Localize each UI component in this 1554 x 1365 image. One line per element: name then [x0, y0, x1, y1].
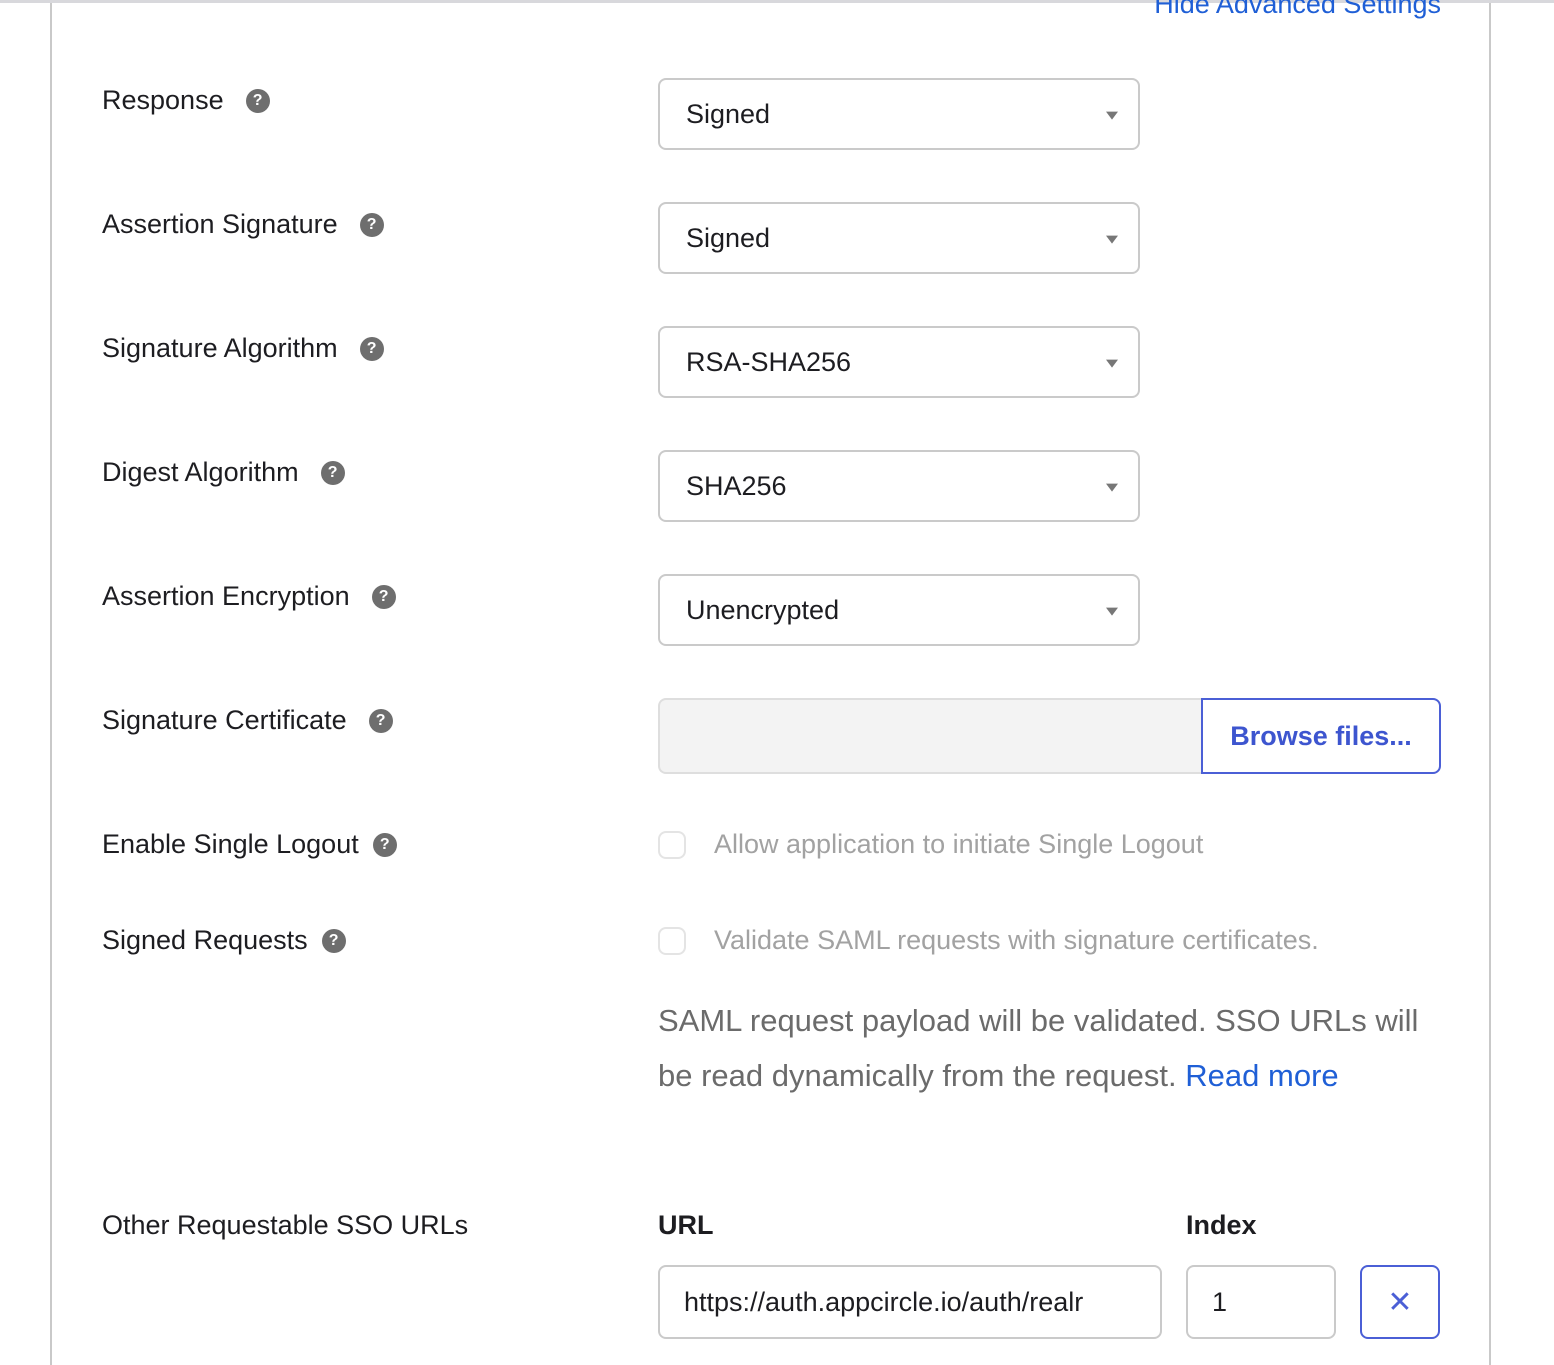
chevron-down-icon	[1106, 235, 1118, 244]
other-sso-urls-label-text: Other Requestable SSO URLs	[102, 1210, 469, 1240]
response-select[interactable]: Signed	[658, 78, 1140, 150]
signature-algorithm-label-text: Signature Algorithm	[102, 333, 338, 363]
sso-index-input[interactable]: 1	[1186, 1265, 1336, 1339]
assertion-encryption-select-value: Unencrypted	[686, 594, 840, 625]
signed-requests-checkbox-row: Validate SAML requests with signature ce…	[658, 925, 1319, 956]
digest-algorithm-select-value: SHA256	[686, 470, 787, 501]
enable-single-logout-label-text: Enable Single Logout	[102, 829, 359, 859]
index-column-header: Index	[1186, 1210, 1257, 1240]
enable-single-logout-label: Enable Single Logout ?	[102, 829, 397, 860]
single-logout-checkbox-row: Allow application to initiate Single Log…	[658, 829, 1203, 860]
assertion-encryption-label-text: Assertion Encryption	[102, 581, 350, 611]
sso-url-input[interactable]: https://auth.appcircle.io/auth/realr	[658, 1265, 1162, 1339]
digest-algorithm-select[interactable]: SHA256	[658, 450, 1140, 522]
help-icon[interactable]: ?	[320, 460, 345, 485]
digest-algorithm-label: Digest Algorithm ?	[102, 457, 345, 488]
signature-certificate-label-text: Signature Certificate	[102, 705, 347, 735]
help-icon[interactable]: ?	[371, 584, 396, 609]
hide-advanced-settings-link[interactable]: Hide Advanced Settings	[1154, 0, 1441, 20]
digest-algorithm-label-text: Digest Algorithm	[102, 457, 299, 487]
response-label-text: Response	[102, 85, 224, 115]
chevron-down-icon	[1106, 359, 1118, 368]
chevron-down-icon	[1106, 607, 1118, 616]
remove-url-button[interactable]: ✕	[1360, 1265, 1440, 1339]
assertion-signature-label-text: Assertion Signature	[102, 209, 338, 239]
help-icon[interactable]: ?	[372, 832, 397, 857]
url-column-header: URL	[658, 1210, 714, 1240]
response-label: Response ?	[102, 85, 270, 116]
help-icon[interactable]: ?	[359, 212, 384, 237]
signed-requests-label: Signed Requests ?	[102, 925, 346, 956]
browse-files-button[interactable]: Browse files...	[1201, 698, 1441, 774]
signed-requests-label-text: Signed Requests	[102, 925, 308, 955]
assertion-signature-label: Assertion Signature ?	[102, 209, 384, 240]
single-logout-checkbox[interactable]	[658, 830, 686, 859]
close-icon: ✕	[1387, 1285, 1413, 1319]
file-name-field[interactable]	[658, 698, 1201, 774]
signature-certificate-label: Signature Certificate ?	[102, 705, 393, 736]
signature-algorithm-label: Signature Algorithm ?	[102, 333, 384, 364]
response-select-value: Signed	[686, 98, 771, 129]
help-icon[interactable]: ?	[245, 88, 270, 113]
chevron-down-icon	[1106, 483, 1118, 492]
signature-algorithm-select-value: RSA-SHA256	[686, 346, 852, 377]
assertion-encryption-select[interactable]: Unencrypted	[658, 574, 1140, 646]
help-icon[interactable]: ?	[368, 708, 393, 733]
signed-requests-help-text: SAML request payload will be validated. …	[658, 993, 1448, 1103]
signature-algorithm-select[interactable]: RSA-SHA256	[658, 326, 1140, 398]
read-more-link[interactable]: Read more	[1185, 1058, 1338, 1093]
signed-requests-checkbox-label: Validate SAML requests with signature ce…	[714, 925, 1319, 955]
signed-requests-checkbox[interactable]	[658, 926, 686, 955]
help-icon[interactable]: ?	[359, 336, 384, 361]
help-icon[interactable]: ?	[321, 928, 346, 953]
other-sso-urls-label: Other Requestable SSO URLs	[102, 1210, 468, 1241]
advanced-settings-panel: Hide Advanced Settings Response ? Signed…	[50, 0, 1491, 1365]
signature-certificate-file-input: Browse files...	[658, 698, 1441, 774]
assertion-signature-select[interactable]: Signed	[658, 202, 1140, 274]
single-logout-checkbox-label: Allow application to initiate Single Log…	[714, 829, 1204, 859]
chevron-down-icon	[1106, 111, 1118, 120]
assertion-encryption-label: Assertion Encryption ?	[102, 581, 396, 612]
assertion-signature-select-value: Signed	[686, 222, 771, 253]
